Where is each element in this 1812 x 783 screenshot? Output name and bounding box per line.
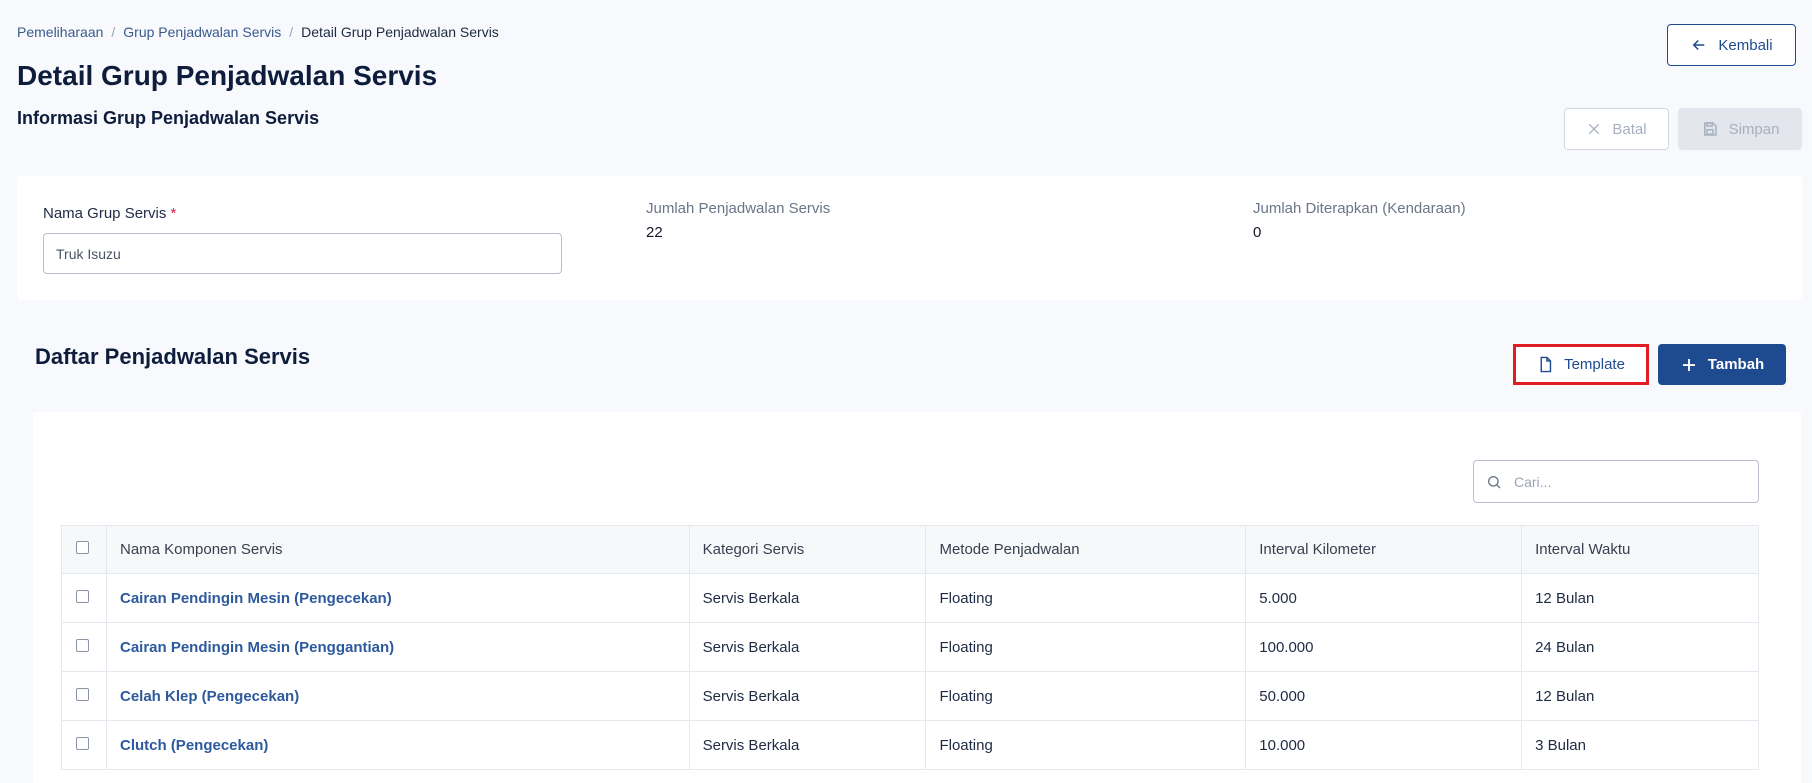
group-name-label-text: Nama Grup Servis xyxy=(43,205,167,222)
schedule-count-value: 22 xyxy=(646,224,663,241)
header-category[interactable]: Kategori Servis xyxy=(688,525,927,574)
cancel-button-label: Batal xyxy=(1612,120,1647,138)
table-row: Cairan Pendingin Mesin (Penggantian) Ser… xyxy=(61,622,1759,672)
header-checkbox-cell xyxy=(61,525,107,574)
header-km-interval[interactable]: Interval Kilometer xyxy=(1245,525,1523,574)
method-cell: Floating xyxy=(925,573,1247,623)
list-title: Daftar Penjadwalan Servis xyxy=(35,344,311,369)
table-row: Clutch (Pengecekan) Servis Berkala Float… xyxy=(61,720,1759,770)
km-interval-cell: 50.000 xyxy=(1245,671,1523,721)
row-checkbox-cell xyxy=(61,671,107,721)
plus-icon xyxy=(1682,358,1695,371)
table-header-row: Nama Komponen Servis Kategori Servis Met… xyxy=(61,525,1759,574)
header-component-name[interactable]: Nama Komponen Servis xyxy=(105,525,690,574)
category-cell: Servis Berkala xyxy=(688,720,927,770)
applied-count-value: 0 xyxy=(1253,224,1262,241)
page-title: Detail Grup Penjadwalan Servis xyxy=(17,60,438,91)
file-icon xyxy=(1540,356,1552,373)
select-all-checkbox[interactable] xyxy=(76,541,89,554)
component-name-link[interactable]: Cairan Pendingin Mesin (Penggantian) xyxy=(105,622,690,672)
category-cell: Servis Berkala xyxy=(688,671,927,721)
save-icon xyxy=(1703,122,1717,136)
table-row: Celah Klep (Pengecekan) Servis Berkala F… xyxy=(61,671,1759,721)
close-icon xyxy=(1589,123,1600,135)
km-interval-cell: 100.000 xyxy=(1245,622,1523,672)
breadcrumb-item-maintenance[interactable]: Pemeliharaan xyxy=(17,24,103,40)
add-button-label: Tambah xyxy=(1707,356,1765,373)
back-button[interactable]: Kembali xyxy=(1667,24,1796,66)
time-interval-cell: 12 Bulan xyxy=(1521,671,1759,721)
row-checkbox[interactable] xyxy=(76,687,89,701)
service-schedule-table: Nama Komponen Servis Kategori Servis Met… xyxy=(61,525,1759,770)
method-cell: Floating xyxy=(925,720,1247,770)
header-method[interactable]: Metode Penjadwalan xyxy=(925,525,1247,574)
template-button[interactable]: Template xyxy=(1513,344,1649,385)
row-checkbox[interactable] xyxy=(76,638,89,652)
component-name-link[interactable]: Celah Klep (Pengecekan) xyxy=(105,671,690,721)
search-icon xyxy=(1488,475,1501,488)
breadcrumb-item-service-group[interactable]: Grup Penjadwalan Servis xyxy=(123,24,281,40)
method-cell: Floating xyxy=(925,622,1247,672)
time-interval-cell: 24 Bulan xyxy=(1521,622,1759,672)
row-checkbox-cell xyxy=(61,720,107,770)
category-cell: Servis Berkala xyxy=(688,573,927,623)
required-mark: * xyxy=(170,205,177,222)
schedule-count-label: Jumlah Penjadwalan Servis xyxy=(646,200,831,217)
time-interval-cell: 3 Bulan xyxy=(1521,720,1759,770)
row-checkbox[interactable] xyxy=(76,589,89,603)
arrow-left-icon xyxy=(1693,39,1705,51)
table-row: Cairan Pendingin Mesin (Pengecekan) Serv… xyxy=(61,573,1759,623)
km-interval-cell: 5.000 xyxy=(1245,573,1523,623)
group-name-label: Nama Grup Servis * xyxy=(43,205,176,222)
row-checkbox-cell xyxy=(61,573,107,623)
template-button-label: Template xyxy=(1564,356,1625,373)
group-name-input[interactable]: Truk Isuzu xyxy=(43,233,562,274)
breadcrumb-item-current: Detail Grup Penjadwalan Servis xyxy=(301,24,499,40)
add-button[interactable]: Tambah xyxy=(1658,344,1786,385)
header-time-interval[interactable]: Interval Waktu xyxy=(1521,525,1759,574)
row-checkbox[interactable] xyxy=(76,736,89,750)
applied-count-label: Jumlah Diterapkan (Kendaraan) xyxy=(1253,200,1466,217)
breadcrumb-separator: / xyxy=(289,24,294,40)
method-cell: Floating xyxy=(925,671,1247,721)
breadcrumb-separator: / xyxy=(111,24,116,40)
component-name-link[interactable]: Clutch (Pengecekan) xyxy=(105,720,690,770)
km-interval-cell: 10.000 xyxy=(1245,720,1523,770)
time-interval-cell: 12 Bulan xyxy=(1521,573,1759,623)
category-cell: Servis Berkala xyxy=(688,622,927,672)
section-title: Informasi Grup Penjadwalan Servis xyxy=(17,108,320,128)
breadcrumb: Pemeliharaan / Grup Penjadwalan Servis /… xyxy=(17,24,499,40)
search-placeholder: Cari... xyxy=(1514,473,1552,490)
save-button-label: Simpan xyxy=(1728,120,1780,138)
component-name-link[interactable]: Cairan Pendingin Mesin (Pengecekan) xyxy=(105,573,690,623)
row-checkbox-cell xyxy=(61,622,107,672)
search-input[interactable]: Cari... xyxy=(1473,460,1759,503)
cancel-button[interactable]: Batal xyxy=(1564,108,1669,150)
back-button-label: Kembali xyxy=(1718,36,1773,54)
info-card: Nama Grup Servis * Truk Isuzu Jumlah Pen… xyxy=(17,176,1802,300)
save-button[interactable]: Simpan xyxy=(1678,108,1802,150)
